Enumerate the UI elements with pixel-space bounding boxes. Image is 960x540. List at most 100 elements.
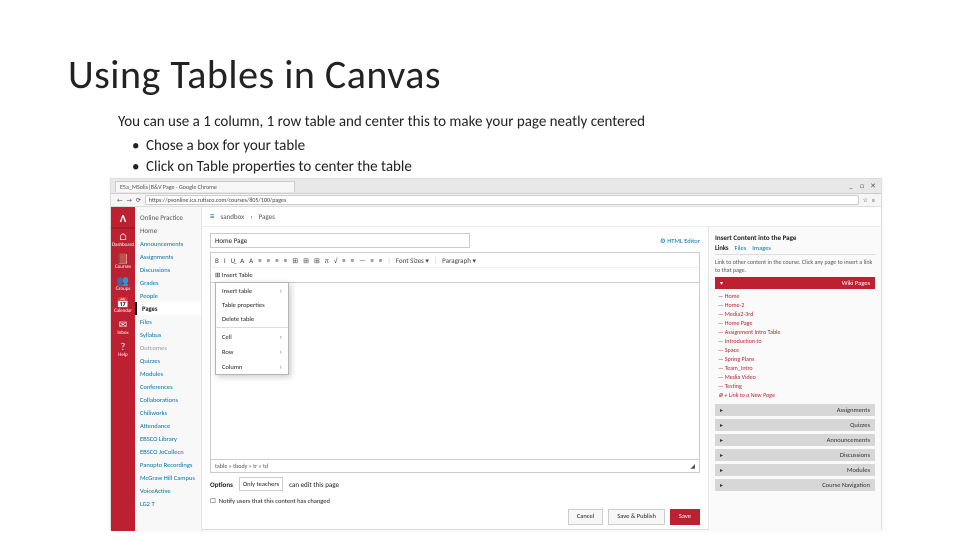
insert-tabs[interactable]: Links Files Images (715, 244, 875, 255)
menu-icon[interactable]: ≡ (872, 196, 875, 204)
rte-btn-4[interactable]: A (249, 256, 253, 265)
insert-tab-links[interactable]: Links (715, 244, 729, 252)
table-dd-cell[interactable]: Cell (216, 329, 288, 344)
course-menu-icon[interactable]: ≡ (210, 211, 214, 222)
rte-btn-16[interactable]: — (359, 256, 365, 265)
paragraph-select[interactable]: Paragraph ▾ (442, 256, 476, 265)
rte-btn-1[interactable]: I (224, 256, 226, 265)
rte-btn-18[interactable]: ≡ (379, 256, 383, 265)
acc-discussions[interactable]: Discussions (715, 449, 875, 461)
nav-item-syllabus[interactable]: Syllabus (135, 328, 201, 341)
nav-item-ebsco-library[interactable]: EBSCO Library (135, 432, 201, 445)
insert-tab-files[interactable]: Files (735, 244, 747, 252)
wiki-page-link[interactable]: — Introduction to (718, 336, 872, 345)
wiki-page-link[interactable]: — Assignment Intro Table (718, 327, 872, 336)
rail-item-help[interactable]: ?Help (111, 339, 135, 361)
nav-item-lg2-t[interactable]: LG2 T (135, 497, 201, 510)
nav-item-grades[interactable]: Grades (135, 276, 201, 289)
nav-home[interactable]: Home (135, 224, 201, 237)
browser-tab[interactable]: E5a_MSolis|B&V Page - Google Chrome (115, 181, 295, 192)
save-publish-button[interactable]: Save & Publish (608, 509, 665, 525)
wiki-page-link[interactable]: — Testing (718, 381, 872, 390)
wiki-page-link[interactable]: — Team_Intro (718, 363, 872, 372)
resize-icon[interactable]: ◢ (690, 462, 695, 470)
nav-item-files[interactable]: Files (135, 315, 201, 328)
nav-item-quizzes[interactable]: Quizzes (135, 354, 201, 367)
wiki-page-link[interactable]: — Space (718, 345, 872, 354)
edit-permission-select[interactable]: Only teachers (239, 477, 283, 491)
html-editor-link[interactable]: ⚙ HTML Editor (660, 237, 700, 245)
nav-item-people[interactable]: People (135, 289, 201, 302)
nav-item-assignments[interactable]: Assignments (135, 250, 201, 263)
rte-btn-2[interactable]: U̲ (231, 256, 236, 265)
nav-item-modules[interactable]: Modules (135, 367, 201, 380)
star-icon[interactable]: ☆ (863, 196, 868, 204)
rte-btn-14[interactable]: ≡ (342, 256, 346, 265)
rte-btn-12[interactable]: π (325, 256, 329, 265)
rte-btn-15[interactable]: ≡ (351, 256, 355, 265)
nav-item-conferences[interactable]: Conferences (135, 380, 201, 393)
font-size-select[interactable]: Font Sizes ▾ (396, 256, 429, 265)
table-dd-column[interactable]: Column (216, 359, 288, 374)
save-button[interactable]: Save (670, 509, 700, 525)
nav-item-voiceactive[interactable]: VoiceActive (135, 484, 201, 497)
window-min-icon[interactable]: _ (847, 182, 855, 190)
nav-reload-icon[interactable]: ⟳ (136, 196, 141, 204)
rte-btn-13[interactable]: √ (334, 256, 338, 265)
rte-toolbar-1[interactable]: BIU̲AA≡≡≡≡⊞⊞⊞π√≡≡—≡≡|Font Sizes ▾|Paragr… (210, 252, 700, 267)
acc-quizzes[interactable]: Quizzes (715, 419, 875, 431)
nav-item-collaborations[interactable]: Collaborations (135, 393, 201, 406)
wiki-page-link[interactable]: — Home (718, 291, 872, 300)
table-dd-delete-table[interactable]: Delete table (216, 312, 288, 326)
rail-item-groups[interactable]: 👥Groups (111, 273, 135, 295)
wiki-page-link[interactable]: — Spring Plans (718, 354, 872, 363)
nav-item-outcomes[interactable]: Outcomes (135, 341, 201, 354)
rte-btn-3[interactable]: A (240, 256, 244, 265)
rail-item-dashboard[interactable]: ⌂Dashboard (111, 229, 135, 251)
nav-item-discussions[interactable]: Discussions (135, 263, 201, 276)
nav-item-mcgraw-hill-campus[interactable]: McGraw Hill Campus (135, 471, 201, 484)
crumb-page[interactable]: Pages (259, 212, 275, 221)
insert-tab-images[interactable]: Images (752, 244, 771, 252)
nav-item-panopto-recordings[interactable]: Panopto Recordings (135, 458, 201, 471)
nav-back-icon[interactable]: ← (117, 196, 122, 204)
wiki-page-link[interactable]: — Home-2 (718, 300, 872, 309)
cancel-button[interactable]: Cancel (568, 509, 603, 525)
table-dd-insert-table[interactable]: Insert table (216, 283, 288, 298)
acc-announcements[interactable]: Announcements (715, 434, 875, 446)
element-path[interactable]: table » tbody » tr » td (215, 462, 268, 470)
acc-modules[interactable]: Modules (715, 464, 875, 476)
rte-btn-0[interactable]: B (215, 256, 219, 265)
nav-fwd-icon[interactable]: → (126, 196, 131, 204)
canvas-logo-icon[interactable]: Λ (111, 209, 135, 229)
rte-btn-9[interactable]: ⊞ (292, 256, 298, 265)
nav-item-pages[interactable]: Pages (135, 302, 201, 315)
crumb-course[interactable]: sandbox (220, 212, 244, 221)
acc-course-navigation[interactable]: Course Navigation (715, 479, 875, 491)
rail-item-inbox[interactable]: ✉Inbox (111, 317, 135, 339)
rte-toolbar-2[interactable]: ⊞ Insert Table Insert tableTable propert… (210, 267, 700, 283)
rte-btn-11[interactable]: ⊞ (314, 256, 320, 265)
wiki-page-link[interactable]: — Media2-3rd (718, 309, 872, 318)
rte-btn-17[interactable]: ≡ (371, 256, 375, 265)
url-field[interactable]: https://pvonline.ics.rutisco.com/courses… (145, 195, 859, 205)
rte-btn-5[interactable]: ≡ (258, 256, 262, 265)
table-menu-button[interactable]: ⊞ Insert Table (215, 271, 253, 279)
rail-item-courses[interactable]: 📕Courses (111, 251, 135, 273)
acc-assignments[interactable]: Assignments (715, 404, 875, 416)
table-dd-table-properties[interactable]: Table properties (216, 298, 288, 312)
rte-btn-6[interactable]: ≡ (267, 256, 271, 265)
nav-item-announcements[interactable]: Announcements (135, 237, 201, 250)
notify-checkbox[interactable]: ☐ (210, 497, 216, 505)
rte-btn-7[interactable]: ≡ (275, 256, 279, 265)
add-wiki-page-link[interactable]: ⊕ + Link to a New Page (718, 390, 872, 399)
page-title-input[interactable]: Home Page (210, 233, 470, 248)
rte-btn-10[interactable]: ⊞ (303, 256, 309, 265)
nav-item-ebsco-jocollecn[interactable]: EBSCO JoCollecn (135, 445, 201, 458)
acc-wiki-pages[interactable]: Wiki Pages (715, 277, 875, 289)
rail-item-calendar[interactable]: 📅Calendar (111, 295, 135, 317)
nav-item-attendance[interactable]: Attendance (135, 419, 201, 432)
wiki-page-link[interactable]: — Media Video (718, 372, 872, 381)
window-close-icon[interactable]: ✕ (869, 182, 877, 190)
rte-btn-8[interactable]: ≡ (284, 256, 288, 265)
